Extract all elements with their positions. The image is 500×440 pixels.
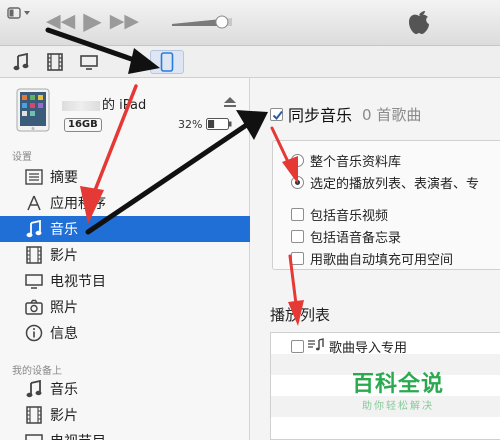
sync-options-box: 整个音乐资料库 选定的播放列表、表演者、专 包括音乐视频 包括语音备忘录 用歌曲… — [272, 140, 500, 270]
sidebar-item-apps[interactable]: 应用程序 — [0, 190, 250, 216]
sidebar-item-music[interactable]: 音乐 — [0, 216, 250, 242]
sidebar-item-label: 影片 — [50, 248, 78, 264]
watermark: 百科全说 助你轻松解决 — [352, 366, 444, 412]
sidebar-item-label: 信息 — [50, 326, 78, 342]
top-toolbar: ◀◀ ▶ ▶▶ — [0, 0, 500, 46]
info-icon — [24, 324, 44, 342]
sidebar-item-photos[interactable]: 照片 — [0, 294, 250, 320]
sidebar-item-label: 电视节目 — [50, 274, 106, 290]
camera-icon — [24, 298, 44, 316]
eject-icon[interactable] — [224, 96, 236, 107]
empty-row — [271, 417, 500, 438]
sidebar-item-device-music[interactable]: 音乐 — [0, 376, 250, 402]
menu-icon[interactable] — [6, 6, 34, 20]
summary-icon — [24, 168, 44, 186]
sidebar-item-device-tv-shows[interactable]: 电视节目 — [0, 428, 250, 440]
film-icon — [24, 246, 44, 264]
media-kind-bar — [0, 46, 500, 78]
battery-icon — [206, 118, 232, 130]
sidebar-item-label: 应用程序 — [50, 196, 106, 212]
radio-entire-library[interactable] — [291, 154, 304, 167]
device-header[interactable]: 的 iPad 16GB 32% — [0, 78, 250, 138]
on-device-header: 我的设备上 — [12, 366, 62, 377]
option-label: 用歌曲自动填充可用空间 — [310, 253, 454, 268]
playlists-title: 播放列表 — [270, 306, 331, 324]
option-label: 整个音乐资料库 — [310, 155, 402, 170]
sidebar-item-label: 摘要 — [50, 170, 78, 186]
option-label: 选定的播放列表、表演者、专 — [310, 177, 480, 192]
list-item[interactable]: 歌曲导入专用 — [271, 333, 500, 356]
sidebar-item-label: 音乐 — [50, 382, 78, 398]
autofill-checkbox[interactable] — [291, 252, 304, 265]
sidebar-item-label: 音乐 — [50, 222, 78, 238]
redacted-name — [62, 100, 100, 111]
sidebar-item-device-movies[interactable]: 影片 — [0, 402, 250, 428]
volume-slider[interactable] — [172, 14, 240, 30]
voice-memos-checkbox[interactable] — [291, 230, 304, 243]
option-label: 包括音乐视频 — [310, 209, 389, 224]
sidebar-item-label: 电视节目 — [50, 431, 106, 440]
battery-percent: 32% — [178, 118, 203, 131]
device-name: 的 iPad — [62, 94, 146, 113]
play-icon[interactable]: ▶ — [83, 9, 101, 33]
option-label: 包括语音备忘录 — [310, 231, 402, 246]
playlist-checkbox[interactable] — [291, 340, 304, 353]
watermark-subtitle: 助你轻松解决 — [362, 401, 434, 412]
option-music-videos[interactable]: 包括音乐视频 — [291, 205, 388, 224]
settings-header: 设置 — [12, 152, 32, 163]
rewind-icon[interactable]: ◀◀ — [46, 10, 75, 32]
sidebar: 的 iPad 16GB 32% 设置 摘要 应用程序 音乐 影片 电视节目 照片… — [0, 78, 250, 440]
fast-forward-icon[interactable]: ▶▶ — [110, 10, 139, 32]
tv-icon — [24, 272, 44, 290]
sidebar-item-tv-shows[interactable]: 电视节目 — [0, 268, 250, 294]
apple-logo-icon — [406, 6, 432, 36]
film-icon[interactable] — [44, 50, 66, 74]
sync-music-row: 同步音乐 0 首歌曲 — [270, 102, 421, 126]
music-note-icon — [24, 220, 44, 238]
sidebar-item-label: 照片 — [50, 300, 78, 316]
tv-icon — [24, 432, 44, 440]
ipad-device-icon[interactable] — [150, 50, 184, 74]
sidebar-item-movies[interactable]: 影片 — [0, 242, 250, 268]
sync-music-label: 同步音乐 — [288, 106, 353, 125]
song-count: 0 首歌曲 — [362, 105, 422, 124]
capacity-badge: 16GB — [64, 118, 102, 132]
apps-icon — [24, 194, 44, 212]
sidebar-item-summary[interactable]: 摘要 — [0, 164, 250, 190]
radio-selected-playlists[interactable] — [291, 176, 304, 189]
sidebar-item-label: 影片 — [50, 408, 78, 424]
playlist-icon — [307, 337, 325, 356]
film-icon — [24, 406, 44, 424]
ipad-thumbnail-icon — [16, 88, 50, 132]
sidebar-item-info[interactable]: 信息 — [0, 320, 250, 346]
watermark-title: 百科全说 — [352, 372, 445, 397]
option-voice-memos[interactable]: 包括语音备忘录 — [291, 227, 401, 246]
option-entire-library[interactable]: 整个音乐资料库 — [291, 151, 401, 170]
option-selected-playlists[interactable]: 选定的播放列表、表演者、专 — [291, 173, 479, 192]
option-autofill[interactable]: 用歌曲自动填充可用空间 — [291, 249, 453, 268]
music-note-icon[interactable] — [10, 50, 32, 74]
sync-music-checkbox[interactable] — [270, 107, 283, 121]
music-videos-checkbox[interactable] — [291, 208, 304, 221]
tv-icon[interactable] — [78, 50, 100, 74]
music-note-icon — [24, 380, 44, 398]
transport-controls: ◀◀ ▶ ▶▶ — [46, 9, 139, 33]
